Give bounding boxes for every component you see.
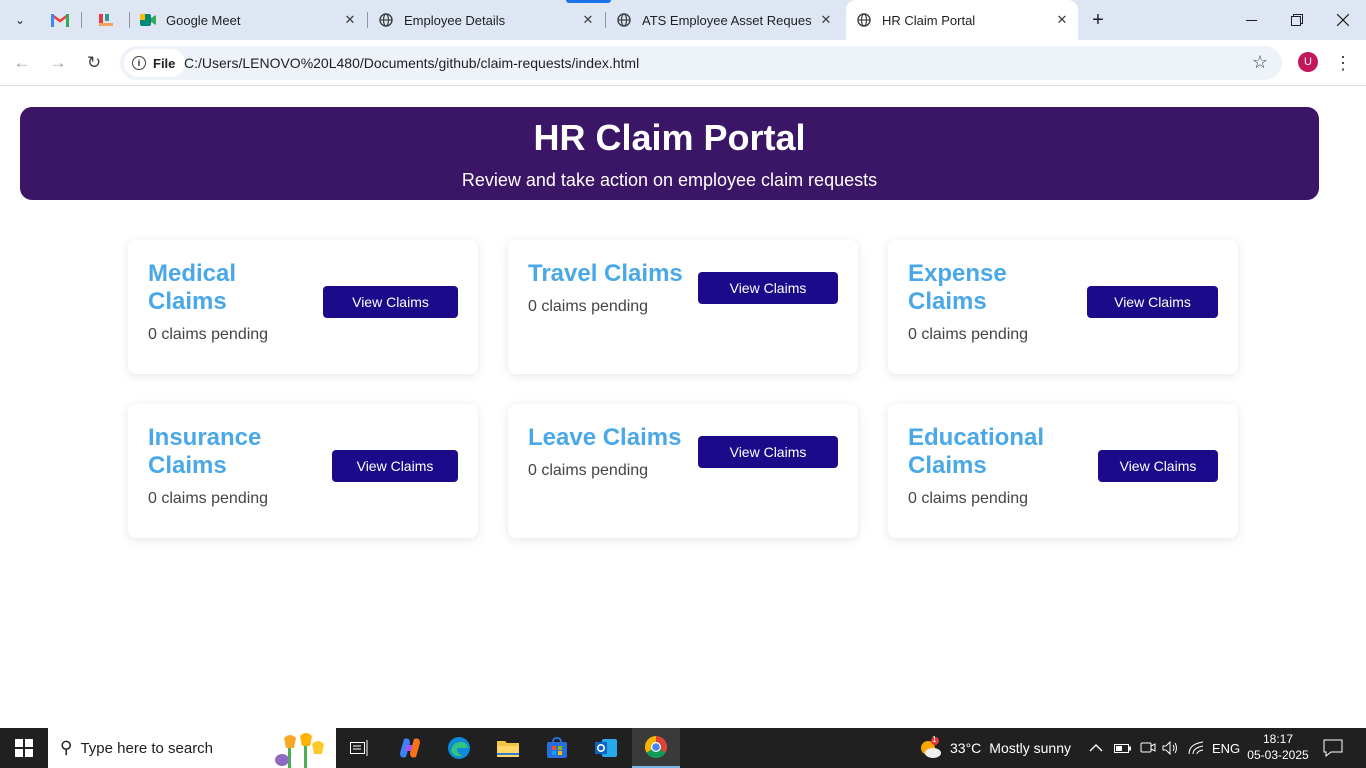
microsoft-store-icon[interactable] — [533, 728, 581, 768]
reload-icon[interactable]: ↻ — [80, 49, 108, 77]
gmail-pinned-tab[interactable] — [47, 8, 73, 32]
clock[interactable]: 18:17 05-03-2025 — [1242, 731, 1314, 763]
gmail-icon — [51, 14, 69, 27]
google-meet-icon — [140, 12, 156, 28]
search-icon: ⚲ — [60, 738, 73, 757]
view-claims-button[interactable]: View Claims — [698, 436, 838, 468]
url-text[interactable]: C:/Users/LENOVO%20L480/Documents/github/… — [184, 55, 639, 71]
claim-card-title: Leave Claims — [528, 424, 682, 451]
profile-avatar[interactable]: U — [1298, 52, 1318, 72]
tab-close-icon[interactable]: ✕ — [818, 12, 834, 28]
wifi-icon[interactable] — [1188, 728, 1204, 768]
app-logo-icon — [99, 14, 113, 26]
meet-now-icon[interactable] — [1140, 728, 1156, 768]
weather-temperature: 33°C — [950, 740, 982, 756]
show-hidden-icons-chevron-icon[interactable] — [1089, 728, 1103, 768]
language-indicator[interactable]: ENG — [1212, 728, 1240, 768]
site-info-chip[interactable]: i File — [124, 49, 186, 77]
windows-taskbar: ⚲ Type here to search 1 33°C Mostly sunn… — [0, 728, 1366, 768]
weather-alert-badge: 1 — [932, 735, 937, 744]
claim-card-leave: Leave Claims 0 claims pending View Claim… — [508, 404, 858, 538]
task-view-icon[interactable] — [336, 728, 384, 768]
claim-card-expense: Expense Claims 0 claims pending View Cla… — [888, 240, 1238, 374]
view-claims-button[interactable]: View Claims — [698, 272, 838, 304]
outlook-icon[interactable] — [582, 728, 630, 768]
tab-drag-indicator — [566, 0, 611, 3]
chrome-icon[interactable] — [632, 728, 680, 768]
tab-title: Google Meet — [166, 12, 241, 28]
claim-card-medical: Medical Claims 0 claims pending View Cla… — [128, 240, 478, 374]
claim-card-title: Insurance Claims — [148, 424, 262, 479]
claim-pending-count: 0 claims pending — [528, 298, 649, 315]
browser-toolbar: ← → ↻ i File C:/Users/LENOVO%20L480/Docu… — [0, 40, 1366, 86]
clock-date: 05-03-2025 — [1247, 748, 1309, 762]
tab-close-icon[interactable]: ✕ — [1054, 12, 1070, 28]
claim-card-title: Travel Claims — [528, 260, 683, 287]
page-subtitle: Review and take action on employee claim… — [461, 170, 878, 190]
page-title: HR Claim Portal — [533, 117, 806, 158]
globe-icon — [616, 12, 632, 28]
file-explorer-icon[interactable] — [484, 728, 532, 768]
tab-employee-details[interactable]: Employee Details ✕ — [378, 6, 596, 34]
tab-search-chevron-icon[interactable]: ⌄ — [8, 8, 32, 32]
tab-close-icon[interactable]: ✕ — [580, 12, 596, 28]
tab-hr-claim-portal[interactable]: HR Claim Portal ✕ — [846, 0, 1078, 40]
taskbar-search-input[interactable]: ⚲ Type here to search — [48, 728, 336, 768]
claim-pending-count: 0 claims pending — [528, 462, 649, 479]
notifications-icon[interactable] — [1323, 728, 1343, 768]
browser-tab-strip: ⌄ Google Meet ✕ Employee Details ✕ ATS E… — [0, 0, 1366, 40]
tab-title: HR Claim Portal — [882, 12, 976, 28]
tab-close-icon[interactable]: ✕ — [342, 12, 358, 28]
claim-card-educational: Educational Claims 0 claims pending View… — [888, 404, 1238, 538]
claim-card-travel: Travel Claims 0 claims pending View Clai… — [508, 240, 858, 374]
new-tab-plus-icon[interactable]: + — [1086, 8, 1110, 32]
bookmark-star-icon[interactable]: ☆ — [1252, 52, 1268, 73]
weather-description: Mostly sunny — [989, 740, 1071, 756]
tab-title: Employee Details — [404, 12, 506, 28]
windows-start-icon[interactable] — [0, 728, 48, 768]
claim-card-title: Educational Claims — [908, 424, 1045, 479]
pinned-app-tab[interactable] — [93, 8, 119, 32]
tab-ats-employee-asset-request[interactable]: ATS Employee Asset Request ✕ — [616, 6, 834, 34]
address-bar[interactable]: i File C:/Users/LENOVO%20L480/Documents/… — [120, 46, 1282, 80]
battery-icon[interactable] — [1114, 728, 1132, 768]
weather-widget[interactable]: 1 33°C Mostly sunny — [918, 728, 1071, 768]
volume-icon[interactable] — [1162, 728, 1180, 768]
restore-icon[interactable] — [1274, 0, 1320, 40]
sun-cloud-icon — [921, 737, 941, 758]
tab-google-meet[interactable]: Google Meet ✕ — [140, 6, 358, 34]
clock-time: 18:17 — [1262, 732, 1294, 746]
tab-title: ATS Employee Asset Request — [642, 12, 812, 28]
claim-card-title: Medical Claims — [148, 260, 237, 315]
globe-icon — [378, 12, 394, 28]
tulip-illustration-icon — [275, 733, 324, 768]
claim-card-title: Expense Claims — [908, 260, 1007, 315]
claim-pending-count: 0 claims pending — [148, 490, 269, 507]
minimize-icon[interactable] — [1228, 0, 1274, 40]
browser-menu-icon[interactable]: ⋮ — [1333, 50, 1353, 76]
site-info-label: File — [153, 55, 176, 71]
claim-pending-count: 0 claims pending — [148, 326, 269, 343]
view-claims-button[interactable]: View Claims — [1087, 286, 1218, 318]
claim-pending-count: 0 claims pending — [908, 326, 1029, 343]
view-claims-button[interactable]: View Claims — [332, 450, 458, 482]
info-icon: i — [132, 56, 146, 70]
taskbar-search-placeholder: Type here to search — [80, 739, 214, 757]
edge-icon[interactable] — [435, 728, 483, 768]
copilot-icon[interactable] — [386, 728, 434, 768]
claim-pending-count: 0 claims pending — [908, 490, 1029, 507]
view-claims-button[interactable]: View Claims — [323, 286, 458, 318]
back-arrow-icon[interactable]: ← — [8, 49, 36, 77]
portal-header: HR Claim Portal Review and take action o… — [20, 107, 1319, 200]
globe-icon — [856, 12, 872, 28]
forward-arrow-icon[interactable]: → — [44, 49, 72, 77]
window-close-icon[interactable] — [1320, 0, 1366, 40]
view-claims-button[interactable]: View Claims — [1098, 450, 1218, 482]
claim-card-insurance: Insurance Claims 0 claims pending View C… — [128, 404, 478, 538]
